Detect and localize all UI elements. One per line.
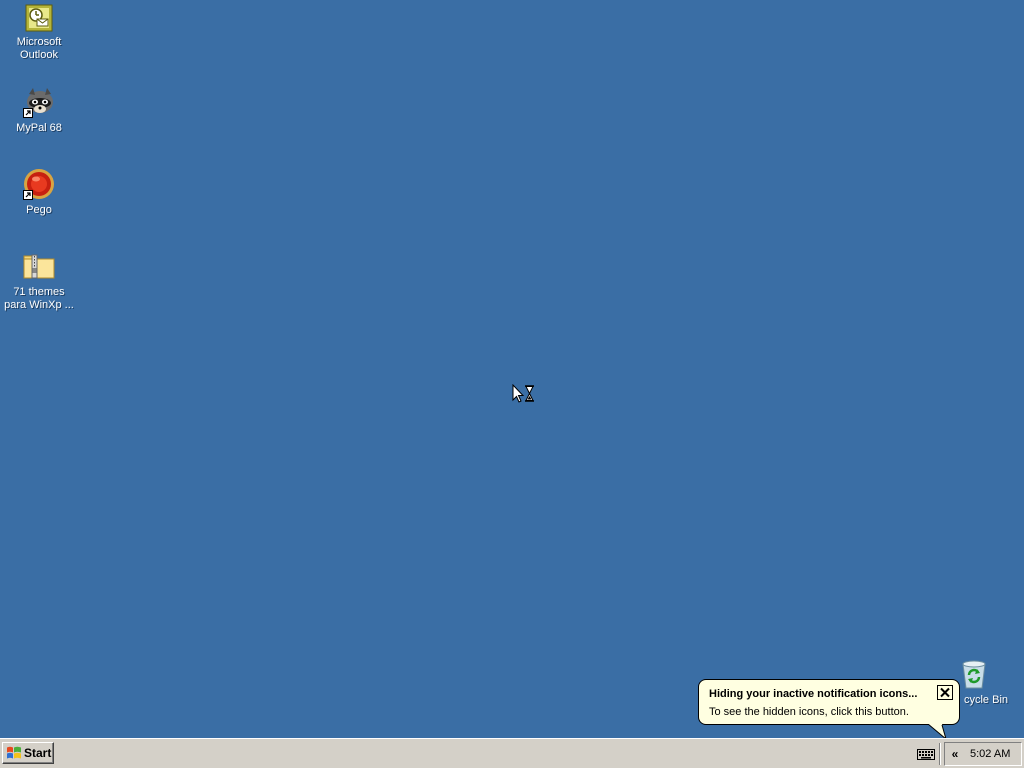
outlook-icon [25,4,53,32]
mypal-icon [23,86,55,118]
clock[interactable]: 5:02 AM [970,748,1010,760]
busy-cursor-icon [512,384,534,403]
recycle-bin-icon [958,658,990,690]
desktop-icon-label: MyPal 68 [16,122,62,134]
close-icon [940,687,950,698]
notification-area: « 5:02 AM [944,742,1022,766]
tray-separator [939,743,941,765]
pego-icon [23,168,55,200]
balloon-close-button[interactable] [937,685,953,700]
taskbar: Start « 5:02 AM [0,738,1024,768]
keyboard-icon[interactable] [917,748,935,760]
desktop-icon-label: Pego [26,204,52,216]
shortcut-arrow-icon [23,108,33,118]
balloon-body: To see the hidden icons, click this butt… [709,706,909,718]
desktop-icon-zip-folder[interactable]: 71 themes para WinXp ... [1,250,77,312]
desktop-icon-mypal[interactable]: MyPal 68 [1,86,77,135]
desktop[interactable]: Microsoft Outlook MyPal 68 Pego 71 theme… [0,0,1024,740]
show-hidden-icons-button[interactable]: « [948,746,962,762]
balloon-title: Hiding your inactive notification icons.… [709,688,918,700]
start-button[interactable]: Start [2,742,54,764]
start-label: Start [24,746,52,760]
shortcut-arrow-icon [23,190,33,200]
desktop-icon-label: 71 themes para WinXp ... [4,286,74,311]
desktop-icon-label: Microsoft Outlook [16,36,62,61]
windows-logo-icon [7,746,21,759]
desktop-icon-pego[interactable]: Pego [1,168,77,217]
notification-balloon[interactable]: Hiding your inactive notification icons.… [698,679,960,725]
desktop-icon-outlook[interactable]: Microsoft Outlook [1,4,77,62]
zip-folder-icon [23,250,55,282]
